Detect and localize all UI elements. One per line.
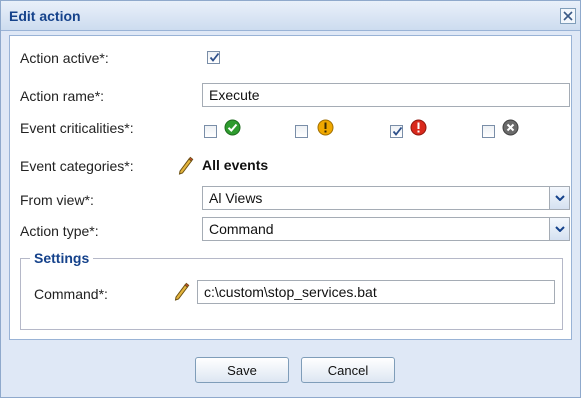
from-view-value: Al Views bbox=[209, 190, 263, 206]
form-panel: Action active*: Action rame*: Event crit… bbox=[9, 35, 572, 340]
settings-legend: Settings bbox=[30, 250, 94, 266]
edit-action-dialog: Edit action Action active*: Action rame*… bbox=[0, 0, 581, 398]
checkmark-icon bbox=[209, 52, 220, 62]
dialog-titlebar[interactable]: Edit action bbox=[1, 1, 580, 31]
dialog-title: Edit action bbox=[9, 8, 81, 24]
command-input[interactable] bbox=[197, 280, 555, 304]
action-active-checkbox[interactable] bbox=[207, 51, 220, 64]
action-active-label: Action active*: bbox=[20, 50, 109, 66]
error-icon bbox=[410, 119, 427, 136]
pencil-icon[interactable] bbox=[172, 281, 190, 301]
event-categories-label: Event categories*: bbox=[20, 158, 134, 174]
action-name-input[interactable] bbox=[202, 83, 570, 107]
pencil-icon[interactable] bbox=[176, 155, 194, 175]
cancel-button[interactable]: Cancel bbox=[301, 357, 395, 383]
from-view-label: From view*: bbox=[20, 192, 94, 208]
warning-icon bbox=[317, 119, 334, 136]
chevron-down-icon bbox=[555, 195, 565, 201]
ok-icon bbox=[224, 119, 241, 136]
chevron-down-icon bbox=[555, 226, 565, 232]
close-icon bbox=[563, 11, 573, 21]
criticality-ok-checkbox[interactable] bbox=[204, 125, 217, 138]
action-type-select[interactable]: Command bbox=[202, 217, 570, 241]
criticality-error-checkbox[interactable] bbox=[390, 125, 403, 138]
criticality-warning-checkbox[interactable] bbox=[295, 125, 308, 138]
checkmark-icon bbox=[392, 126, 403, 136]
action-type-label: Action type*: bbox=[20, 223, 99, 239]
criticality-cancel-checkbox[interactable] bbox=[482, 125, 495, 138]
cancel-icon bbox=[502, 119, 519, 136]
action-name-label: Action rame*: bbox=[20, 88, 105, 104]
command-label: Command*: bbox=[34, 286, 108, 302]
dialog-footer: Save Cancel bbox=[1, 342, 580, 397]
from-view-dropdown-button[interactable] bbox=[549, 187, 569, 209]
save-button[interactable]: Save bbox=[195, 357, 289, 383]
close-button[interactable] bbox=[560, 8, 576, 24]
from-view-select[interactable]: Al Views bbox=[202, 186, 570, 210]
action-type-dropdown-button[interactable] bbox=[549, 218, 569, 240]
event-categories-value: All events bbox=[202, 157, 269, 173]
event-criticalities-label: Event criticalities*: bbox=[20, 120, 134, 136]
action-type-value: Command bbox=[209, 221, 274, 237]
settings-fieldset: Settings Command*: bbox=[20, 250, 563, 330]
